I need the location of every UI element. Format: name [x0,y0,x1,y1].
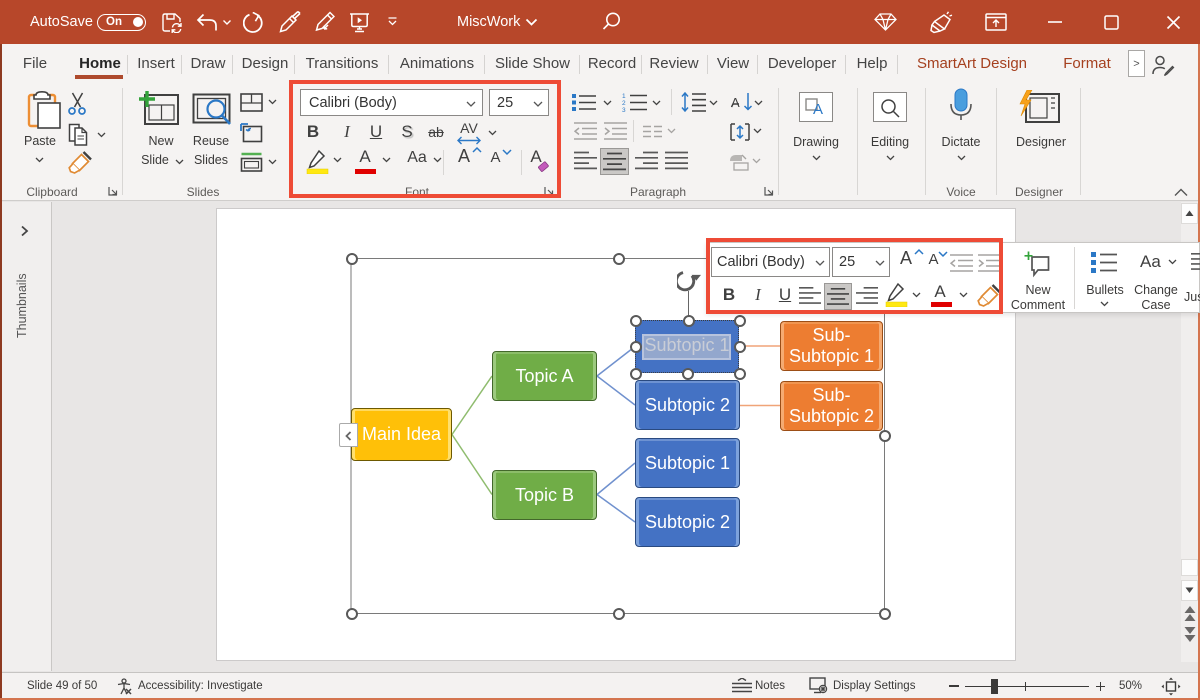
svg-text:1: 1 [622,93,626,100]
svg-text:2: 2 [622,100,626,107]
svg-text:A: A [731,95,740,110]
svg-text:A: A [813,101,823,116]
svg-text:3: 3 [622,107,626,112]
